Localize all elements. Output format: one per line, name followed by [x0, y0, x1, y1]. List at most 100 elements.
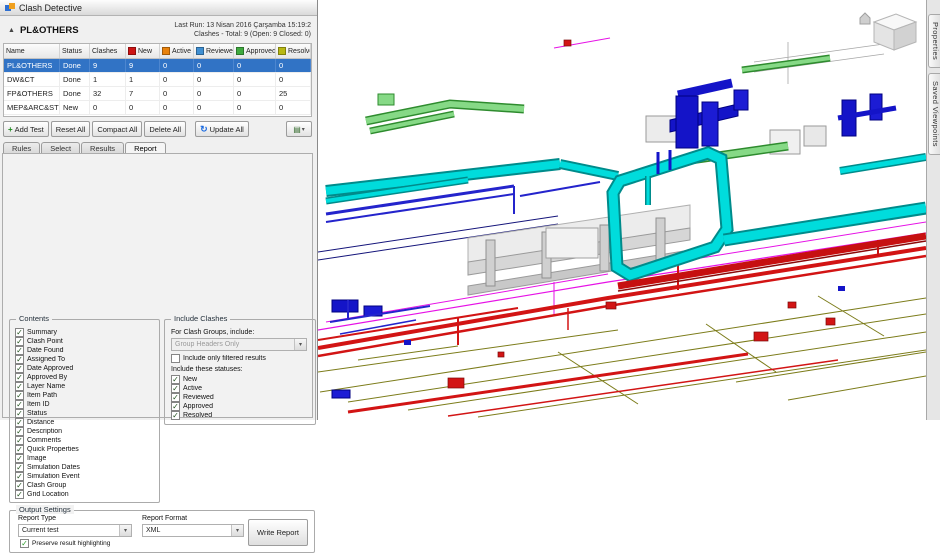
report-format-dropdown[interactable]: XML ▾ — [142, 524, 244, 537]
status-option-active[interactable]: ✓ Active — [171, 384, 315, 393]
content-option-date-approved[interactable]: ✓ Date Approved — [15, 364, 157, 373]
content-option-summary[interactable]: ✓ Summary — [15, 328, 157, 337]
content-option-clash-group[interactable]: ✓ Clash Group — [15, 481, 157, 490]
checkbox[interactable]: ✓ — [171, 384, 180, 393]
side-tab-properties[interactable]: Properties — [928, 14, 940, 69]
column-header-status[interactable]: Status — [60, 44, 90, 58]
column-header-new[interactable]: New — [126, 44, 160, 58]
column-header-resolved[interactable]: Resolved — [276, 44, 311, 58]
compact-all-button[interactable]: Compact All — [92, 121, 143, 137]
content-option-clash-point[interactable]: ✓ Clash Point — [15, 337, 157, 346]
report-type-dropdown[interactable]: Current test ▾ — [18, 524, 132, 537]
content-option-quick-properties[interactable]: ✓ Quick Properties — [15, 445, 157, 454]
content-option-grid-location[interactable]: ✓ Grid Location — [15, 490, 157, 499]
checkbox[interactable]: ✓ — [15, 373, 24, 382]
cell: 0 — [276, 59, 311, 72]
cell: 0 — [160, 101, 194, 114]
3d-viewport[interactable] — [318, 0, 926, 420]
content-option-simulation-dates[interactable]: ✓ Simulation Dates — [15, 463, 157, 472]
checkbox[interactable]: ✓ — [15, 454, 24, 463]
checkbox[interactable]: ✓ — [15, 328, 24, 337]
include-filtered-checkbox[interactable]: Include only filtered results — [171, 354, 315, 363]
active-test-header: ▲ PL&OTHERS Last Run: 13 Nisan 2016 Çarş… — [0, 16, 317, 44]
checkbox[interactable]: ✓ — [15, 391, 24, 400]
column-header-approved[interactable]: Approved — [234, 44, 276, 58]
content-option-image[interactable]: ✓ Image — [15, 454, 157, 463]
checkbox[interactable]: ✓ — [15, 364, 24, 373]
add-test-button[interactable]: + Add Test — [3, 121, 49, 137]
checkbox[interactable]: ✓ — [171, 375, 180, 384]
content-option-layer-name[interactable]: ✓ Layer Name — [15, 382, 157, 391]
cell: 0 — [194, 73, 234, 86]
viewcube[interactable] — [859, 12, 918, 51]
column-header-clashes[interactable]: Clashes — [90, 44, 126, 58]
cell: MEP&ARC&ST — [4, 101, 60, 114]
checkbox[interactable]: ✓ — [15, 490, 24, 499]
cell: 0 — [276, 101, 311, 114]
clash-test-row[interactable]: PL&OTHERS Done 9 9 0 0 0 0 — [4, 59, 311, 73]
checkbox[interactable]: ✓ — [15, 346, 24, 355]
cell: 0 — [234, 59, 276, 72]
cell: 0 — [276, 73, 311, 86]
checkbox[interactable] — [171, 354, 180, 363]
write-report-button[interactable]: Write Report — [248, 519, 308, 546]
checkbox[interactable]: ✓ — [171, 393, 180, 402]
content-option-comments[interactable]: ✓ Comments — [15, 436, 157, 445]
column-label: Approved — [246, 47, 276, 55]
content-option-date-found[interactable]: ✓ Date Found — [15, 346, 157, 355]
checkbox[interactable]: ✓ — [15, 382, 24, 391]
content-option-item-path[interactable]: ✓ Item Path — [15, 391, 157, 400]
status-option-reviewed[interactable]: ✓ Reviewed — [171, 393, 315, 402]
checkbox[interactable]: ✓ — [15, 436, 24, 445]
add-icon: + — [8, 124, 13, 134]
checkbox[interactable]: ✓ — [15, 445, 24, 454]
content-option-simulation-event[interactable]: ✓ Simulation Event — [15, 472, 157, 481]
checkbox[interactable]: ✓ — [15, 400, 24, 409]
panel-titlebar[interactable]: Clash Detective — [0, 0, 317, 16]
checkbox[interactable]: ✓ — [15, 409, 24, 418]
checkbox[interactable]: ✓ — [171, 402, 180, 411]
report-menu-icon: ▤ — [293, 124, 301, 134]
status-option-resolved[interactable]: ✓ Resolved — [171, 411, 315, 420]
column-header-active[interactable]: Active — [160, 44, 194, 58]
column-header-reviewed[interactable]: Reviewed — [194, 44, 234, 58]
content-option-approved-by[interactable]: ✓ Approved By — [15, 373, 157, 382]
status-option-new[interactable]: ✓ New — [171, 375, 315, 384]
checkbox[interactable]: ✓ — [15, 427, 24, 436]
delete-all-button[interactable]: Delete All — [144, 121, 187, 137]
side-tab-saved-viewpoints[interactable]: Saved Viewpoints — [928, 73, 940, 156]
clash-test-row[interactable]: FP&OTHERS Done 32 7 0 0 0 25 — [4, 87, 311, 101]
report-menu-button[interactable]: ▤ ▾ — [286, 121, 312, 137]
content-option-distance[interactable]: ✓ Distance — [15, 418, 157, 427]
content-option-assigned-to[interactable]: ✓ Assigned To — [15, 355, 157, 364]
clash-test-row[interactable]: DW&CT Done 1 1 0 0 0 0 — [4, 73, 311, 87]
active-test-name[interactable]: ▲ PL&OTHERS — [8, 25, 79, 36]
content-option-item-id[interactable]: ✓ Item ID — [15, 400, 157, 409]
refresh-icon: ↻ — [200, 124, 208, 134]
include-clashes-title: Include Clashes — [171, 314, 231, 323]
checkbox-label: Item Path — [27, 392, 57, 399]
clash-test-row[interactable]: MEP&ARC&ST New 0 0 0 0 0 0 — [4, 101, 311, 115]
checkbox[interactable]: ✓ — [20, 539, 29, 548]
content-option-description[interactable]: ✓ Description — [15, 427, 157, 436]
update-all-button[interactable]: ↻ Update All — [195, 121, 249, 137]
reset-all-button[interactable]: Reset All — [50, 121, 91, 137]
content-option-status[interactable]: ✓ Status — [15, 409, 157, 418]
cell: 25 — [276, 87, 311, 100]
checkbox[interactable]: ✓ — [171, 411, 180, 420]
group-headers-dropdown[interactable]: Group Headers Only ▾ — [171, 338, 307, 351]
checkbox[interactable]: ✓ — [15, 355, 24, 364]
checkbox[interactable]: ✓ — [15, 472, 24, 481]
cell: 0 — [126, 101, 160, 114]
preserve-highlighting-checkbox[interactable]: ✓ Preserve result highlighting — [20, 539, 110, 548]
status-option-approved[interactable]: ✓ Approved — [171, 402, 315, 411]
collapse-icon[interactable]: ▲ — [8, 27, 15, 34]
checkbox[interactable]: ✓ — [15, 463, 24, 472]
checkbox[interactable]: ✓ — [15, 418, 24, 427]
checkbox[interactable]: ✓ — [15, 481, 24, 490]
clashes-summary-text: Clashes - Total: 9 (Open: 9 Closed: 0) — [194, 31, 311, 38]
cell: Done — [60, 59, 90, 72]
column-header-name[interactable]: Name — [4, 44, 60, 58]
checkbox[interactable]: ✓ — [15, 337, 24, 346]
checkbox-label: Assigned To — [27, 356, 66, 363]
